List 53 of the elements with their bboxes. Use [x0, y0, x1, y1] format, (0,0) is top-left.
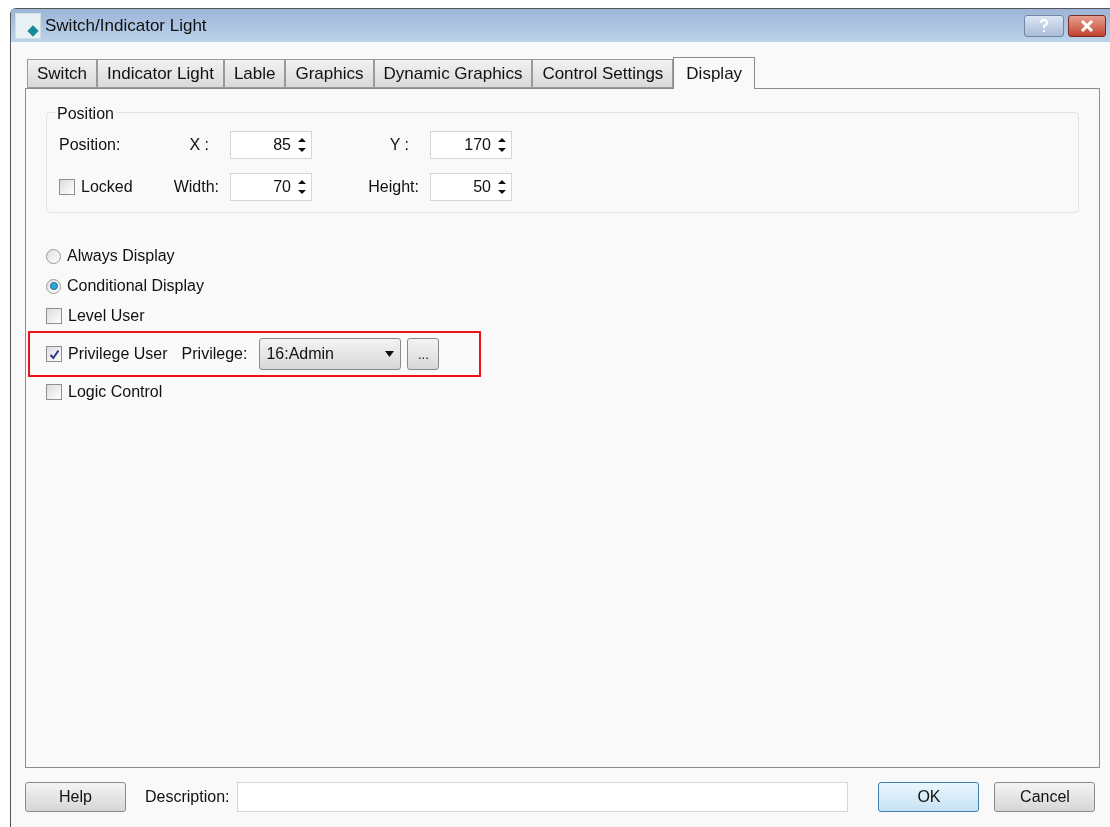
privilege-label: Privilege:: [181, 344, 248, 364]
tab[interactable]: Dynamic Graphics: [373, 59, 533, 88]
spin-arrows-icon[interactable]: [297, 178, 307, 196]
checkmark-icon: [48, 348, 60, 360]
field-label: X :: [188, 135, 210, 155]
checkbox[interactable]: [46, 346, 62, 362]
close-icon: [1080, 19, 1094, 32]
window-title: Switch/Indicator Light: [45, 14, 207, 37]
field-value: 50: [473, 177, 491, 197]
field-label: Y :: [388, 135, 410, 155]
radio-button[interactable]: [46, 248, 61, 264]
spin-field[interactable]: 170: [430, 131, 512, 159]
spin-arrows-icon[interactable]: [497, 136, 507, 154]
checkbox[interactable]: [46, 308, 62, 324]
description-label: Description:: [145, 787, 230, 807]
dropdown-caret-icon: [385, 351, 395, 357]
checkbox[interactable]: [46, 384, 62, 400]
cancel-button[interactable]: Cancel: [994, 782, 1096, 812]
option-label: Always Display: [67, 246, 175, 266]
tab[interactable]: Indicator Light: [97, 59, 224, 88]
app-icon: [15, 12, 41, 39]
checkbox-label: Locked: [81, 177, 133, 197]
tab[interactable]: Graphics: [285, 59, 374, 88]
field-label: Width:: [172, 177, 219, 197]
option-label: Privilege User: [68, 344, 168, 364]
field-label: Height:: [367, 177, 419, 197]
field-value: 85: [273, 135, 291, 155]
spin-field[interactable]: 70: [230, 173, 312, 201]
option-label: Logic Control: [68, 382, 163, 402]
tab[interactable]: Display: [673, 57, 756, 89]
tab[interactable]: Control Settings: [532, 59, 674, 88]
option-label: Conditional Display: [67, 276, 204, 296]
dropdown-value: 16:Admin: [266, 344, 334, 364]
help-icon: [1039, 18, 1049, 33]
close-button[interactable]: [1068, 14, 1106, 37]
field-value: 70: [273, 177, 291, 197]
option-label: Level User: [68, 306, 145, 326]
spin-field[interactable]: 50: [430, 173, 512, 201]
checkbox[interactable]: [59, 179, 75, 195]
spin-field[interactable]: 85: [230, 131, 312, 159]
tab[interactable]: Switch: [27, 59, 98, 88]
tab[interactable]: Lable: [223, 59, 286, 88]
browse-button[interactable]: ...: [407, 338, 440, 370]
help-button[interactable]: [1024, 14, 1064, 37]
spin-arrows-icon[interactable]: [297, 136, 307, 154]
field-label: Position:: [59, 135, 122, 155]
privilege-dropdown[interactable]: 16:Admin: [259, 338, 402, 370]
radio-button[interactable]: [46, 278, 61, 294]
spin-arrows-icon[interactable]: [497, 178, 507, 196]
ok-button[interactable]: OK: [878, 782, 980, 812]
help-button[interactable]: Help: [25, 782, 126, 812]
field-value: 170: [464, 135, 491, 155]
description-field[interactable]: [237, 782, 849, 812]
